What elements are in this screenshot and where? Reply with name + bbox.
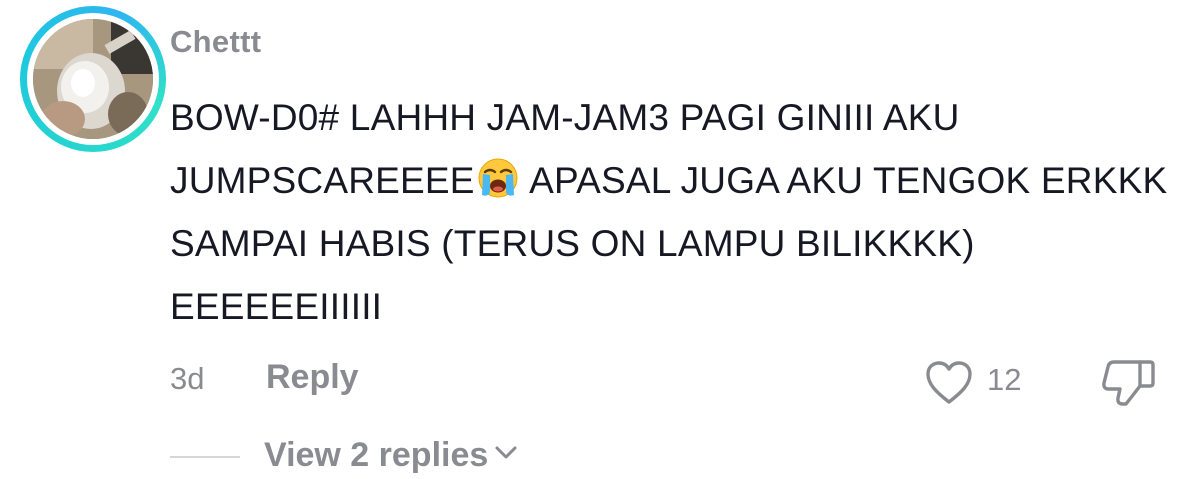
comment-text: BOW-D0# LAHHH JAM-JAM3 PAGI GINIII AKU J…	[170, 86, 1170, 338]
view-replies-label: View 2 replies	[264, 436, 489, 474]
avatar-image	[33, 19, 153, 139]
heart-icon[interactable]	[924, 360, 974, 406]
chevron-down-icon	[495, 446, 517, 459]
avatar[interactable]	[20, 6, 166, 152]
reply-button[interactable]: Reply	[266, 358, 359, 397]
timestamp: 3d	[170, 361, 205, 396]
username[interactable]: Chettt	[170, 24, 261, 60]
like-count: 12	[987, 362, 1022, 397]
loudly-crying-face-icon	[478, 158, 518, 198]
avatar-photo	[33, 19, 153, 139]
view-replies-button[interactable]: View 2 replies	[264, 436, 520, 475]
thumbs-down-icon[interactable]	[1100, 356, 1156, 408]
replies-divider	[170, 456, 240, 458]
comment-item: Chettt BOW-D0# LAHHH JAM-JAM3 PAGI GINII…	[0, 0, 1200, 479]
